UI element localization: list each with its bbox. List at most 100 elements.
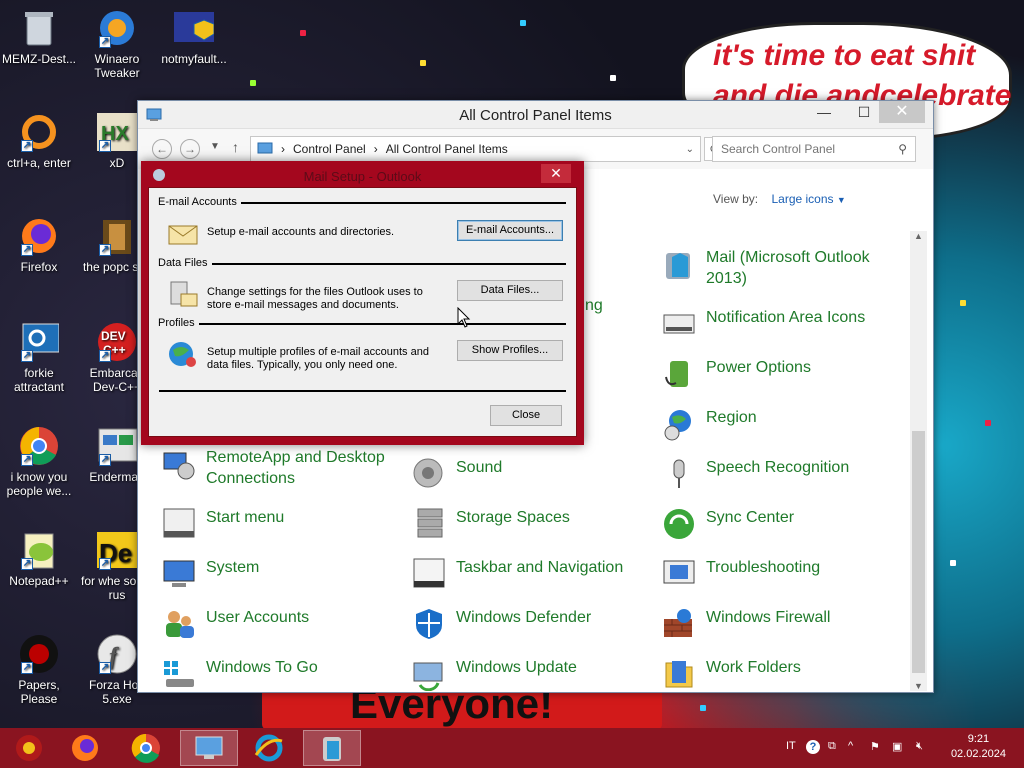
back-button[interactable]: ← bbox=[152, 139, 172, 159]
data-files-icon bbox=[170, 281, 198, 307]
clock-date: 02.02.2024 bbox=[950, 748, 1006, 760]
region-icon bbox=[664, 410, 691, 441]
taskbar-outlook-mail[interactable] bbox=[303, 730, 361, 766]
chrome-icon bbox=[131, 733, 160, 763]
item-region[interactable]: Region bbox=[662, 407, 757, 441]
scroll-thumb[interactable] bbox=[912, 431, 925, 673]
desktop-icon-label: MEMZ-Dest... bbox=[2, 52, 76, 66]
control-panel-titlebar[interactable]: All Control Panel Items — ☐ ✕ bbox=[138, 101, 933, 129]
mail-setup-titlebar[interactable]: Mail Setup - Outlook ✕ bbox=[148, 161, 577, 187]
search-box[interactable]: ⚲ bbox=[712, 136, 916, 162]
desktop-icon-winaero[interactable]: ↗ Winaero Tweaker bbox=[78, 8, 156, 80]
taskbar-chrome[interactable] bbox=[117, 730, 175, 766]
clock[interactable]: 9:21 02.02.2024 bbox=[951, 732, 1006, 762]
item-label: Sound bbox=[456, 459, 503, 476]
item-mail[interactable]: Mail (Microsoft Outlook 2013) bbox=[662, 247, 891, 289]
window-icon[interactable]: ⧉ bbox=[828, 740, 836, 753]
notmyfault-icon bbox=[174, 8, 214, 48]
item-work-folders[interactable]: Work Folders bbox=[662, 657, 801, 691]
desktop-icon-notmyfault[interactable]: notmyfault... bbox=[155, 8, 233, 66]
item-remoteapp[interactable]: RemoteApp and Desktop Connections bbox=[162, 447, 396, 489]
data-files-button[interactable]: Data Files... bbox=[457, 280, 563, 301]
network-icon[interactable]: ▣ bbox=[892, 740, 902, 753]
close-button[interactable]: ✕ bbox=[879, 101, 925, 123]
taskbar-internet-explorer[interactable] bbox=[240, 730, 298, 766]
item-windows-update[interactable]: Windows Update bbox=[412, 657, 577, 691]
language-indicator[interactable]: IT bbox=[786, 740, 796, 752]
recent-locations-icon[interactable]: ▼ bbox=[210, 141, 220, 152]
item-start-menu[interactable]: Start menu bbox=[162, 507, 284, 541]
scroll-down-arrow[interactable]: ▼ bbox=[910, 681, 927, 691]
breadcrumb-separator: › bbox=[373, 142, 378, 156]
confetti bbox=[960, 300, 966, 306]
profiles-section-label: Profiles bbox=[158, 317, 199, 329]
chevron-down-icon[interactable]: ▼ bbox=[837, 195, 846, 205]
desktop-icon-label: Papers, Please bbox=[18, 678, 60, 706]
desktop-icon-chrome[interactable]: ↗ i know you people we... bbox=[0, 426, 78, 498]
bottom-divider bbox=[159, 390, 566, 392]
desktop-icon-firefox[interactable]: ↗ Firefox bbox=[0, 216, 78, 274]
breadcrumb-all-items[interactable]: All Control Panel Items bbox=[386, 142, 508, 156]
start-button[interactable] bbox=[0, 730, 58, 766]
item-label: Region bbox=[706, 409, 757, 426]
devcpp-icon: DEV C++ ↗ bbox=[97, 322, 137, 362]
desktop-icon-forkie[interactable]: ↗ forkie attractant bbox=[0, 322, 78, 394]
show-profiles-button[interactable]: Show Profiles... bbox=[457, 340, 563, 361]
data-files-description: Change settings for the files Outlook us… bbox=[207, 286, 423, 312]
item-taskbar-navigation[interactable]: Taskbar and Navigation bbox=[412, 557, 623, 591]
mail-icon bbox=[323, 737, 341, 761]
breadcrumb-control-panel[interactable]: Control Panel bbox=[293, 142, 366, 156]
winaero-icon: ↗ bbox=[97, 8, 137, 48]
item-label: Taskbar and Navigation bbox=[456, 559, 624, 576]
desktop-icon-papers-please[interactable]: ↗ Papers, Please bbox=[0, 634, 78, 706]
chevron-up-icon[interactable]: ^ bbox=[848, 740, 853, 752]
item-power-options[interactable]: Power Options bbox=[662, 357, 811, 391]
desktop-icon-label: Firefox bbox=[20, 260, 58, 274]
notepadpp-icon: ↗ bbox=[19, 530, 59, 570]
item-sync-center[interactable]: Sync Center bbox=[662, 507, 794, 541]
search-input[interactable] bbox=[713, 137, 883, 161]
chevron-down-icon[interactable]: ⌄ bbox=[686, 144, 694, 155]
mail-setup-dialog[interactable]: Mail Setup - Outlook ✕ E-mail Accounts S… bbox=[141, 161, 584, 445]
item-windows-to-go[interactable]: Windows To Go bbox=[162, 657, 318, 691]
dialog-close-icon[interactable]: ✕ bbox=[541, 164, 571, 183]
vertical-scrollbar[interactable]: ▲ ▼ bbox=[910, 231, 927, 691]
taskbar-control-panel[interactable] bbox=[180, 730, 238, 766]
search-icon[interactable]: ⚲ bbox=[898, 142, 907, 156]
item-windows-firewall[interactable]: Windows Firewall bbox=[662, 607, 830, 641]
item-storage-spaces[interactable]: Storage Spaces bbox=[412, 507, 570, 541]
view-by-label: View by: bbox=[713, 192, 759, 206]
view-by-dropdown[interactable]: Large icons bbox=[771, 192, 833, 206]
item-troubleshooting[interactable]: Troubleshooting bbox=[662, 557, 820, 591]
up-button[interactable]: ↑ bbox=[232, 139, 239, 155]
desktop-icon-notepadpp[interactable]: ↗ Notepad++ bbox=[0, 530, 78, 588]
taskbar-icon bbox=[413, 558, 445, 588]
sync-center-icon bbox=[664, 509, 694, 539]
item-system[interactable]: System bbox=[162, 557, 259, 591]
item-label: Start menu bbox=[206, 509, 285, 526]
taskbar-firefox[interactable] bbox=[56, 730, 114, 766]
scroll-up-arrow[interactable]: ▲ bbox=[910, 231, 927, 245]
desktop-icon-memz[interactable]: MEMZ-Dest... bbox=[0, 8, 78, 66]
maximize-button[interactable]: ☐ bbox=[849, 101, 879, 123]
forward-button[interactable]: → bbox=[180, 139, 200, 159]
confetti bbox=[250, 80, 256, 86]
address-box[interactable]: › Control Panel › All Control Panel Item… bbox=[250, 136, 701, 162]
item-label: Troubleshooting bbox=[706, 559, 821, 576]
flag-icon[interactable]: ⚑ bbox=[870, 740, 880, 753]
help-icon[interactable]: ? bbox=[806, 740, 820, 754]
item-label: Windows Update bbox=[456, 659, 577, 676]
desktop-icon-ctrl-a[interactable]: ↗ ctrl+a, enter bbox=[0, 112, 78, 170]
volume-icon[interactable]: 🔇︎ bbox=[916, 740, 923, 753]
item-notification-area[interactable]: Notification Area Icons bbox=[662, 307, 865, 341]
item-sound[interactable]: Sound bbox=[412, 457, 502, 491]
envelope-icon bbox=[168, 225, 198, 245]
item-user-accounts[interactable]: User Accounts bbox=[162, 607, 309, 641]
item-windows-defender[interactable]: Windows Defender bbox=[412, 607, 591, 641]
email-accounts-button[interactable]: E-mail Accounts... bbox=[457, 220, 563, 241]
popcorn-icon: ↗ bbox=[97, 216, 137, 256]
minimize-button[interactable]: — bbox=[809, 101, 839, 123]
poster: Everyone! bbox=[262, 680, 662, 730]
close-button[interactable]: Close bbox=[490, 405, 562, 426]
item-speech-recognition[interactable]: Speech Recognition bbox=[662, 457, 849, 491]
